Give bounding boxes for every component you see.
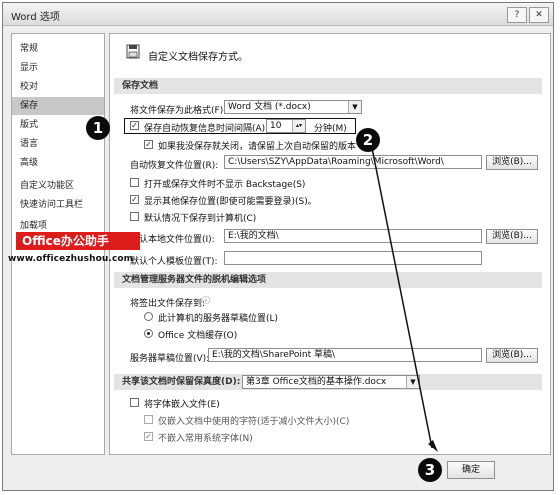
no-common-fonts-checkbox[interactable]: ✓: [144, 432, 153, 441]
format-select[interactable]: Word 文档 (*.docx) ▼: [224, 100, 362, 114]
autorecover-location-input[interactable]: C:\Users\SZY\AppData\Roaming\Microsoft\W…: [224, 155, 482, 169]
show-other-locations-checkbox[interactable]: ✓: [130, 195, 139, 204]
radio-server-drafts[interactable]: [144, 312, 153, 321]
keep-last-label: 如果我没保存就关闭，请保留上次自动保留的版本: [158, 142, 357, 152]
help-button[interactable]: ?: [507, 7, 527, 23]
brand-url: www.officezhushou.com: [8, 254, 134, 264]
autorecover-location-label: 自动恢复文件位置(R):: [130, 161, 219, 171]
browse-drafts-button[interactable]: 浏览(B)...: [486, 348, 538, 363]
page-heading: 自定义文档保存方式。: [148, 52, 248, 63]
drafts-location-label: 服务器草稿位置(V):: [130, 354, 210, 364]
embed-chars-label: 仅嵌入文档中使用的字符(适于减小文件大小)(C): [158, 417, 350, 427]
autorecover-checkbox[interactable]: ✓: [130, 121, 139, 130]
sidebar-item-advanced[interactable]: 高级: [12, 154, 104, 172]
fidelity-document-select[interactable]: 第3章 Office文档的基本操作.docx ▼: [242, 375, 420, 389]
format-select-value: Word 文档 (*.docx): [228, 102, 311, 112]
no-common-fonts-label: 不嵌入常用系统字体(N): [158, 434, 253, 444]
main-content: 自定义文档保存方式。 保存文档 将文件保存为此格式(F): Word 文档 (*…: [109, 33, 551, 455]
window-title: Word 选项: [11, 12, 60, 23]
browse-default-location-button[interactable]: 浏览(B)...: [486, 229, 538, 244]
browse-autorecover-button[interactable]: 浏览(B)...: [486, 155, 538, 170]
spinner-icon[interactable]: ▴▾: [292, 120, 305, 132]
chevron-down-icon: ▼: [406, 376, 419, 388]
template-location-input[interactable]: [224, 251, 482, 265]
save-section-header: 保存文档: [114, 78, 542, 94]
format-label: 将文件保存为此格式(F):: [130, 106, 227, 116]
sidebar-item-proofing[interactable]: 校对: [12, 78, 104, 96]
sidebar-item-customize-ribbon[interactable]: 自定义功能区: [12, 177, 104, 195]
sidebar-item-quick-access-toolbar[interactable]: 快速访问工具栏: [12, 196, 104, 214]
default-computer-checkbox[interactable]: [130, 212, 139, 221]
step-marker-2: 2: [356, 128, 380, 152]
brand-watermark: Office办公助手: [16, 232, 140, 250]
minutes-label: 分钟(M): [314, 124, 347, 134]
title-bar: Word 选项 ? ✕: [3, 3, 553, 26]
backstage-checkbox[interactable]: [130, 178, 139, 187]
save-page-icon: [126, 44, 140, 59]
autorecover-label: 保存自动恢复信息时间间隔(A): [144, 124, 266, 134]
fidelity-header-label: 共享该文档时保留保真度(D):: [122, 377, 241, 387]
drafts-location-input[interactable]: E:\我的文档\SharePoint 草稿\: [208, 348, 482, 362]
step-marker-3: 3: [418, 458, 442, 482]
chevron-down-icon: ▼: [348, 101, 361, 113]
ok-button[interactable]: 确定: [447, 461, 495, 479]
offline-section-header: 文档管理服务器文件的脱机编辑选项: [114, 272, 542, 288]
fidelity-document-value: 第3章 Office文档的基本操作.docx: [246, 377, 387, 387]
close-button[interactable]: ✕: [529, 7, 549, 23]
template-location-label: 默认个人模板位置(T):: [130, 257, 218, 267]
autorecover-minutes-value: 10: [270, 121, 282, 131]
default-location-label: 默认本地文件位置(I):: [130, 235, 215, 245]
default-location-input[interactable]: E:\我的文档\: [224, 229, 482, 243]
info-icon: ⓘ: [202, 296, 210, 305]
backstage-label: 打开或保存文件时不显示 Backstage(S): [144, 180, 306, 190]
sidebar-item-general[interactable]: 常规: [12, 40, 104, 58]
checkout-label: 将签出文件保存到:: [130, 299, 206, 309]
embed-fonts-label: 将字体嵌入文件(E): [144, 400, 220, 410]
step-marker-1: 1: [86, 116, 110, 140]
radio-server-drafts-label: 此计算机的服务器草稿位置(L): [158, 314, 279, 324]
radio-office-cache-label: Office 文档缓存(O): [158, 331, 238, 341]
radio-office-cache[interactable]: [144, 329, 153, 338]
autorecover-minutes-input[interactable]: 10 ▴▾: [266, 119, 306, 133]
keep-last-checkbox[interactable]: ✓: [144, 140, 153, 149]
embed-chars-checkbox[interactable]: [144, 415, 153, 424]
show-other-locations-label: 显示其他保存位置(即使可能需要登录)(S)。: [144, 197, 317, 207]
sidebar-item-display[interactable]: 显示: [12, 59, 104, 77]
default-computer-label: 默认情况下保存到计算机(C): [144, 214, 257, 224]
embed-fonts-checkbox[interactable]: [130, 398, 139, 407]
sidebar-item-save[interactable]: 保存: [12, 97, 104, 115]
